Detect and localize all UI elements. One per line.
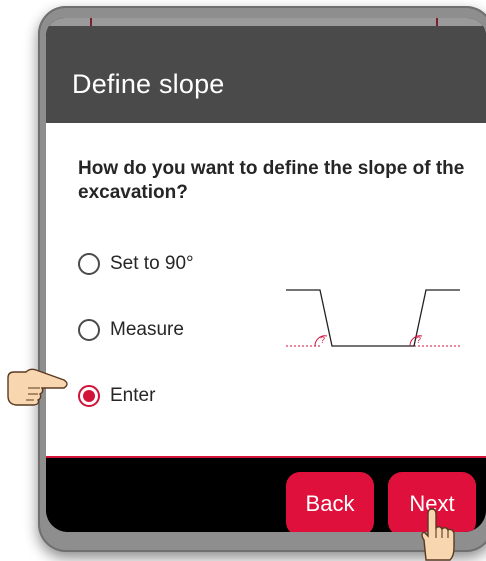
option-label: Set to 90° bbox=[110, 253, 194, 274]
background-strip bbox=[46, 18, 486, 26]
option-label: Enter bbox=[110, 385, 156, 406]
pointing-hand-icon bbox=[7, 368, 68, 406]
angle-marker: ? bbox=[320, 335, 325, 345]
option-enter[interactable]: Enter bbox=[78, 385, 155, 407]
background-tick bbox=[90, 18, 92, 26]
radio-selected-dot bbox=[83, 390, 95, 402]
angle-marker: ? bbox=[416, 335, 421, 345]
option-label: Measure bbox=[110, 319, 184, 340]
dialog-header: Define slope bbox=[46, 26, 486, 123]
device-screen: Define slope How do you want to define t… bbox=[46, 18, 486, 532]
background-tick bbox=[436, 18, 438, 26]
option-measure[interactable]: Measure bbox=[78, 319, 184, 341]
excavation-slope-diagram: ? ? bbox=[286, 289, 460, 347]
question-text: How do you want to define the slope of t… bbox=[78, 158, 465, 203]
tap-hand-icon bbox=[421, 508, 455, 561]
dialog-body: How do you want to define the slope of t… bbox=[46, 123, 486, 456]
dialog-title: Define slope bbox=[72, 69, 225, 99]
back-button[interactable]: Back bbox=[286, 472, 374, 532]
radio-set-to-90[interactable] bbox=[78, 253, 100, 275]
radio-measure[interactable] bbox=[78, 319, 100, 341]
option-set-to-90[interactable]: Set to 90° bbox=[78, 253, 194, 275]
radio-enter[interactable] bbox=[78, 385, 100, 407]
